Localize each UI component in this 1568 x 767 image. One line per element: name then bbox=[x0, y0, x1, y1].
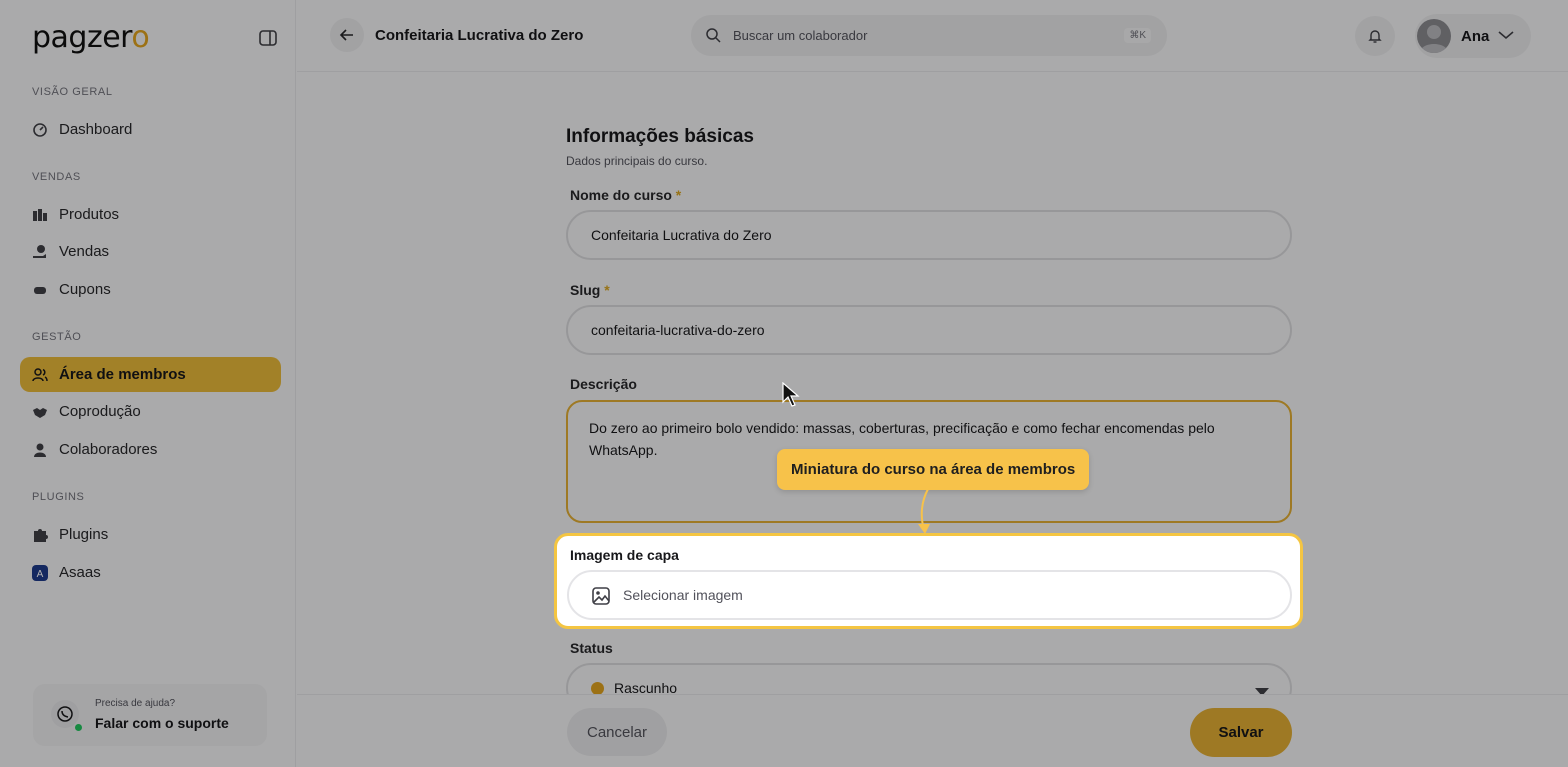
sidebar-item-label: Vendas bbox=[59, 243, 110, 260]
search-shortcut: ⌘K bbox=[1124, 28, 1151, 43]
cover-image-picker[interactable]: Selecionar imagem bbox=[567, 570, 1292, 620]
section-label-sales: VENDAS bbox=[32, 171, 81, 183]
sidebar-item-products[interactable]: Produtos bbox=[20, 197, 281, 232]
section-label-management: GESTÃO bbox=[32, 331, 82, 343]
form-footer: Cancelar Salvar bbox=[297, 694, 1568, 767]
sidebar-item-coproduction[interactable]: Coprodução bbox=[20, 394, 281, 429]
course-name-input[interactable] bbox=[566, 210, 1292, 260]
label-text: Slug bbox=[570, 282, 601, 298]
search-input[interactable] bbox=[733, 25, 1093, 45]
description-label: Descrição bbox=[570, 376, 637, 392]
slug-label: Slug * bbox=[570, 282, 610, 298]
online-status-dot bbox=[75, 724, 82, 731]
user-menu[interactable]: Ana bbox=[1415, 14, 1531, 58]
support-link: Falar com o suporte bbox=[95, 715, 229, 731]
users-icon bbox=[32, 367, 48, 383]
support-card[interactable]: Precisa de ajuda? Falar com o suporte bbox=[33, 684, 267, 746]
gauge-icon bbox=[32, 122, 48, 138]
ticket-icon bbox=[32, 282, 48, 298]
sidebar-item-label: Coprodução bbox=[59, 403, 141, 420]
image-icon bbox=[591, 586, 611, 611]
required-mark: * bbox=[604, 282, 610, 298]
svg-text:A: A bbox=[37, 569, 44, 580]
cover-image-spotlight: Imagem de capa Selecionar imagem bbox=[554, 533, 1303, 629]
section-title: Informações básicas bbox=[566, 126, 754, 147]
sidebar-item-label: Cupons bbox=[59, 281, 111, 298]
logo-accent: o bbox=[131, 20, 150, 55]
sidebar-item-plugins[interactable]: Plugins bbox=[20, 517, 281, 552]
user-icon bbox=[32, 442, 48, 458]
package-icon bbox=[32, 207, 48, 223]
sidebar-item-label: Área de membros bbox=[59, 366, 186, 383]
notifications-button[interactable] bbox=[1355, 16, 1395, 56]
select-image-text: Selecionar imagem bbox=[623, 587, 743, 603]
slug-input[interactable] bbox=[566, 305, 1292, 355]
user-name: Ana bbox=[1461, 28, 1490, 45]
money-hand-icon bbox=[32, 244, 48, 260]
handshake-icon bbox=[32, 404, 48, 420]
sidebar-item-label: Asaas bbox=[59, 564, 101, 581]
section-subtitle: Dados principais do curso. bbox=[566, 154, 708, 168]
cancel-button[interactable]: Cancelar bbox=[567, 708, 667, 756]
sidebar-item-label: Produtos bbox=[59, 206, 120, 223]
page-title: Confeitaria Lucrativa do Zero bbox=[375, 27, 584, 44]
logo-text: pagzer bbox=[32, 20, 132, 55]
sidebar-item-label: Dashboard bbox=[59, 121, 133, 138]
tooltip-pointer-icon bbox=[910, 488, 940, 541]
back-button[interactable] bbox=[330, 18, 364, 52]
sidebar-toggle-icon[interactable] bbox=[258, 28, 278, 48]
sidebar: pagzero VISÃO GERAL Dashboard VENDAS Pro… bbox=[0, 0, 296, 767]
whatsapp-icon bbox=[51, 700, 79, 728]
asaas-logo-icon: A bbox=[32, 564, 48, 581]
chevron-down-icon bbox=[1497, 28, 1515, 47]
sidebar-item-members-area[interactable]: Área de membros bbox=[20, 357, 281, 392]
sidebar-item-asaas[interactable]: A Asaas bbox=[20, 555, 281, 590]
mouse-cursor-icon bbox=[782, 381, 800, 413]
status-label: Status bbox=[570, 640, 613, 656]
bell-icon bbox=[1368, 30, 1382, 43]
tour-tooltip: Miniatura do curso na área de membros bbox=[777, 449, 1090, 490]
sidebar-item-dashboard[interactable]: Dashboard bbox=[20, 112, 281, 147]
pagzero-logo[interactable]: pagzero bbox=[32, 20, 150, 55]
puzzle-icon bbox=[32, 527, 48, 543]
sidebar-item-coupons[interactable]: Cupons bbox=[20, 272, 281, 307]
search-bar[interactable]: ⌘K bbox=[691, 15, 1167, 56]
search-icon bbox=[705, 27, 721, 48]
section-label-plugins: PLUGINS bbox=[32, 491, 85, 503]
arrow-left-icon bbox=[339, 29, 353, 41]
cover-image-label: Imagem de capa bbox=[570, 547, 679, 563]
support-hint: Precisa de ajuda? bbox=[95, 698, 176, 709]
sidebar-item-sales[interactable]: Vendas bbox=[20, 234, 281, 269]
sidebar-item-label: Colaboradores bbox=[59, 441, 158, 458]
required-mark: * bbox=[675, 187, 682, 203]
label-text: Nome do curso bbox=[570, 187, 672, 203]
avatar bbox=[1417, 19, 1451, 53]
save-button[interactable]: Salvar bbox=[1190, 708, 1292, 757]
sidebar-item-collaborators[interactable]: Colaboradores bbox=[20, 432, 281, 467]
top-header: Confeitaria Lucrativa do Zero ⌘K Ana bbox=[297, 0, 1568, 72]
section-label-overview: VISÃO GERAL bbox=[32, 86, 113, 98]
sidebar-item-label: Plugins bbox=[59, 526, 109, 543]
course-name-label: Nome do curso * bbox=[570, 187, 681, 203]
